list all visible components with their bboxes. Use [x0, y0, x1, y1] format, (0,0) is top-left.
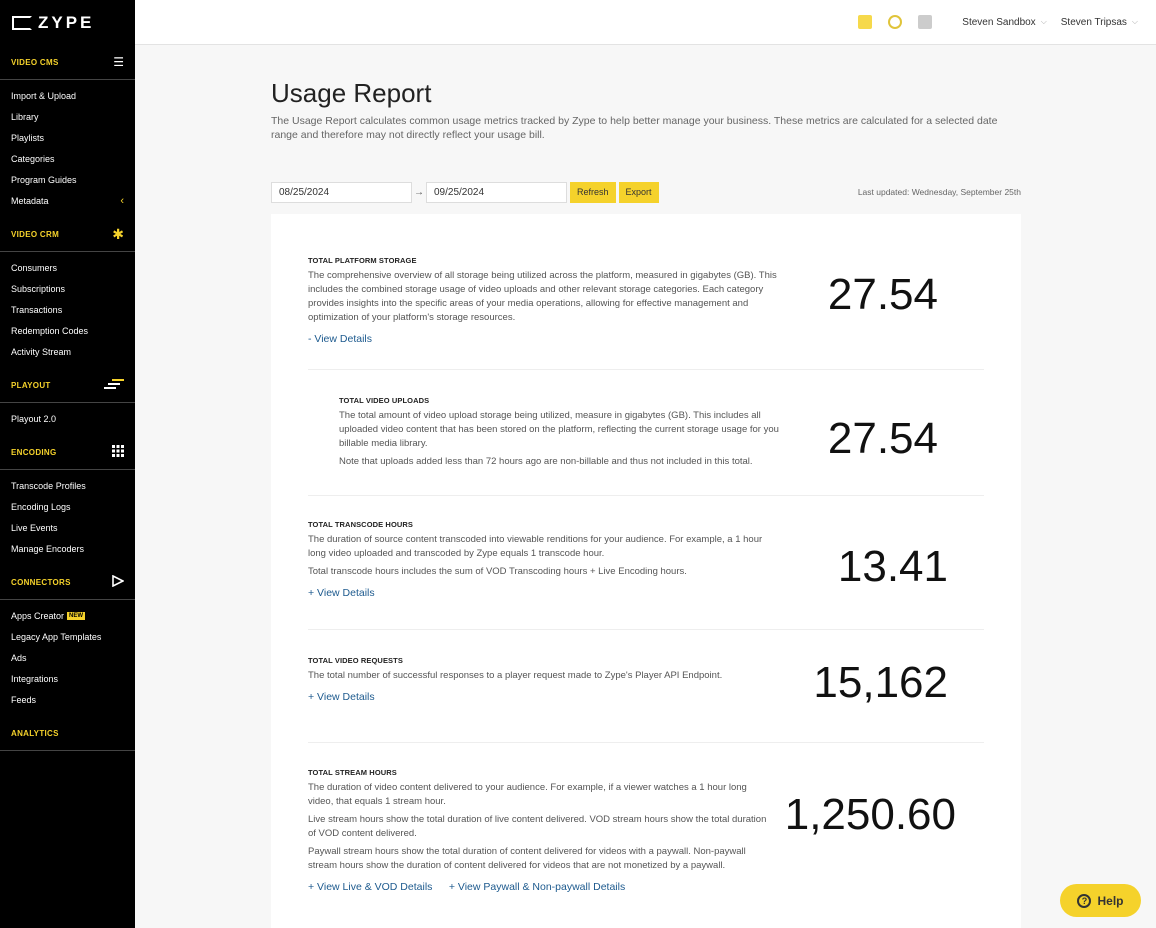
metric-note: Total transcode hours includes the sum o…	[308, 566, 687, 577]
metric-value: 13.41	[837, 542, 948, 591]
sidebar-item-import-upload[interactable]: Import & Upload	[0, 85, 135, 106]
metric-note: Note that uploads added less than 72 hou…	[339, 456, 753, 467]
start-date-input[interactable]	[271, 181, 412, 203]
sidebar-item-library[interactable]: Library	[0, 106, 135, 127]
last-updated: Last updated: Wednesday, September 25th	[857, 187, 1021, 197]
play-icon[interactable]	[112, 574, 125, 589]
help-button[interactable]: ? Help	[1060, 884, 1141, 917]
metric-description: The total number of successful responses…	[308, 670, 723, 681]
metric-value: 27.54	[827, 414, 938, 463]
sidebar-item-legacy-app-templates[interactable]: Legacy App Templates	[0, 626, 135, 647]
date-range-controls: → Refresh Export Last updated: Wednesday…	[271, 181, 1021, 203]
section-playout[interactable]: PLAYOUT	[0, 368, 135, 403]
gears-icon[interactable]	[888, 15, 903, 29]
metric-description: The duration of video content delivered …	[308, 782, 747, 807]
section-video-cms[interactable]: VIDEO CMS ☰	[0, 45, 135, 80]
metric-description: The total amount of video upload storage…	[339, 410, 779, 449]
metric-title: TOTAL VIDEO REQUESTS	[308, 656, 403, 665]
sidebar-item-playout-2[interactable]: Playout 2.0	[0, 408, 135, 429]
metric-value: 1,250.60	[784, 790, 956, 839]
chevron-down-icon: ⌵	[1131, 17, 1138, 26]
refresh-button[interactable]: Refresh	[570, 181, 616, 203]
section-analytics[interactable]: ANALYTICS	[0, 716, 135, 751]
notifications-icon[interactable]	[918, 15, 933, 29]
sidebar-item-transcode-profiles[interactable]: Transcode Profiles	[0, 475, 135, 496]
metric-video-requests: TOTAL VIDEO REQUESTS The total number of…	[308, 656, 984, 743]
metric-video-uploads: TOTAL VIDEO UPLOADS The total amount of …	[308, 396, 984, 496]
sidebar: ZYPE VIDEO CMS ☰ Import & Upload Library…	[0, 0, 135, 928]
sidebar-item-playlists[interactable]: Playlists	[0, 127, 135, 148]
layers-icon[interactable]	[858, 15, 873, 29]
sidebar-item-program-guides[interactable]: Program Guides	[0, 169, 135, 190]
metric-title: TOTAL STREAM HOURS	[308, 768, 397, 777]
metric-platform-storage: TOTAL PLATFORM STORAGE The comprehensive…	[308, 256, 984, 370]
divider	[308, 369, 984, 370]
arrow-right-icon: →	[414, 186, 424, 198]
metric-description: The duration of source content transcode…	[308, 534, 763, 559]
grid-icon[interactable]	[112, 445, 124, 459]
metric-description: The comprehensive overview of all storag…	[308, 270, 777, 323]
sidebar-item-consumers[interactable]: Consumers	[0, 257, 135, 278]
metric-value: 27.54	[827, 270, 938, 319]
view-live-vod-details-link[interactable]: + View Live & VOD Details	[308, 881, 432, 893]
new-badge: NEW	[67, 611, 86, 620]
metric-title: TOTAL TRANSCODE HOURS	[308, 520, 414, 529]
export-button[interactable]: Export	[618, 181, 659, 203]
section-encoding[interactable]: ENCODING	[0, 435, 135, 470]
metric-note: Live stream hours show the total duratio…	[308, 814, 767, 839]
section-connectors[interactable]: CONNECTORS	[0, 565, 135, 600]
sidebar-item-feeds[interactable]: Feeds	[0, 689, 135, 710]
bars-icon[interactable]	[104, 379, 124, 391]
view-details-link[interactable]: - View Details	[308, 333, 372, 345]
usage-metrics-card: TOTAL PLATFORM STORAGE The comprehensive…	[271, 214, 1021, 928]
account-switcher[interactable]: Steven Sandbox ⌵	[962, 17, 1046, 28]
sidebar-item-redemption-codes[interactable]: Redemption Codes	[0, 320, 135, 341]
question-icon: ?	[1077, 893, 1092, 908]
metric-stream-hours: TOTAL STREAM HOURS The duration of video…	[308, 768, 984, 928]
logo-mark-icon	[12, 15, 32, 30]
sidebar-item-activity-stream[interactable]: Activity Stream	[0, 341, 135, 362]
sidebar-item-manage-encoders[interactable]: Manage Encoders	[0, 538, 135, 559]
topbar: Steven Sandbox ⌵ Steven Tripsas ⌵	[135, 0, 1156, 45]
sidebar-item-metadata[interactable]: Metadata ‹	[0, 190, 135, 211]
view-details-link[interactable]: + View Details	[308, 587, 375, 599]
sidebar-item-apps-creator[interactable]: Apps Creator NEW	[0, 605, 135, 626]
view-paywall-details-link[interactable]: + View Paywall & Non-paywall Details	[449, 881, 625, 893]
sidebar-item-subscriptions[interactable]: Subscriptions	[0, 278, 135, 299]
metric-title: TOTAL PLATFORM STORAGE	[308, 256, 417, 265]
asterisk-icon[interactable]: ✱	[112, 227, 124, 241]
zype-logo[interactable]: ZYPE	[0, 0, 135, 45]
sidebar-item-live-events[interactable]: Live Events	[0, 517, 135, 538]
sidebar-item-categories[interactable]: Categories	[0, 148, 135, 169]
hamburger-icon[interactable]: ☰	[113, 56, 124, 68]
section-video-crm[interactable]: VIDEO CRM ✱	[0, 217, 135, 252]
page-title: Usage Report	[271, 78, 432, 108]
sidebar-item-encoding-logs[interactable]: Encoding Logs	[0, 496, 135, 517]
page-header: Usage Report The Usage Report calculates…	[271, 78, 1021, 142]
chevron-left-icon[interactable]: ‹	[120, 195, 124, 207]
sidebar-item-ads[interactable]: Ads	[0, 647, 135, 668]
end-date-input[interactable]	[426, 181, 567, 203]
sidebar-item-transactions[interactable]: Transactions	[0, 299, 135, 320]
metric-transcode-hours: TOTAL TRANSCODE HOURS The duration of so…	[308, 520, 984, 630]
page-description: The Usage Report calculates common usage…	[271, 115, 998, 141]
sidebar-item-integrations[interactable]: Integrations	[0, 668, 135, 689]
metric-title: TOTAL VIDEO UPLOADS	[339, 396, 430, 405]
metric-note: Paywall stream hours show the total dura…	[308, 846, 746, 871]
metric-value: 15,162	[813, 658, 948, 707]
view-details-link[interactable]: + View Details	[308, 691, 375, 703]
chevron-down-icon: ⌵	[1040, 17, 1047, 26]
user-menu[interactable]: Steven Tripsas ⌵	[1061, 17, 1138, 28]
